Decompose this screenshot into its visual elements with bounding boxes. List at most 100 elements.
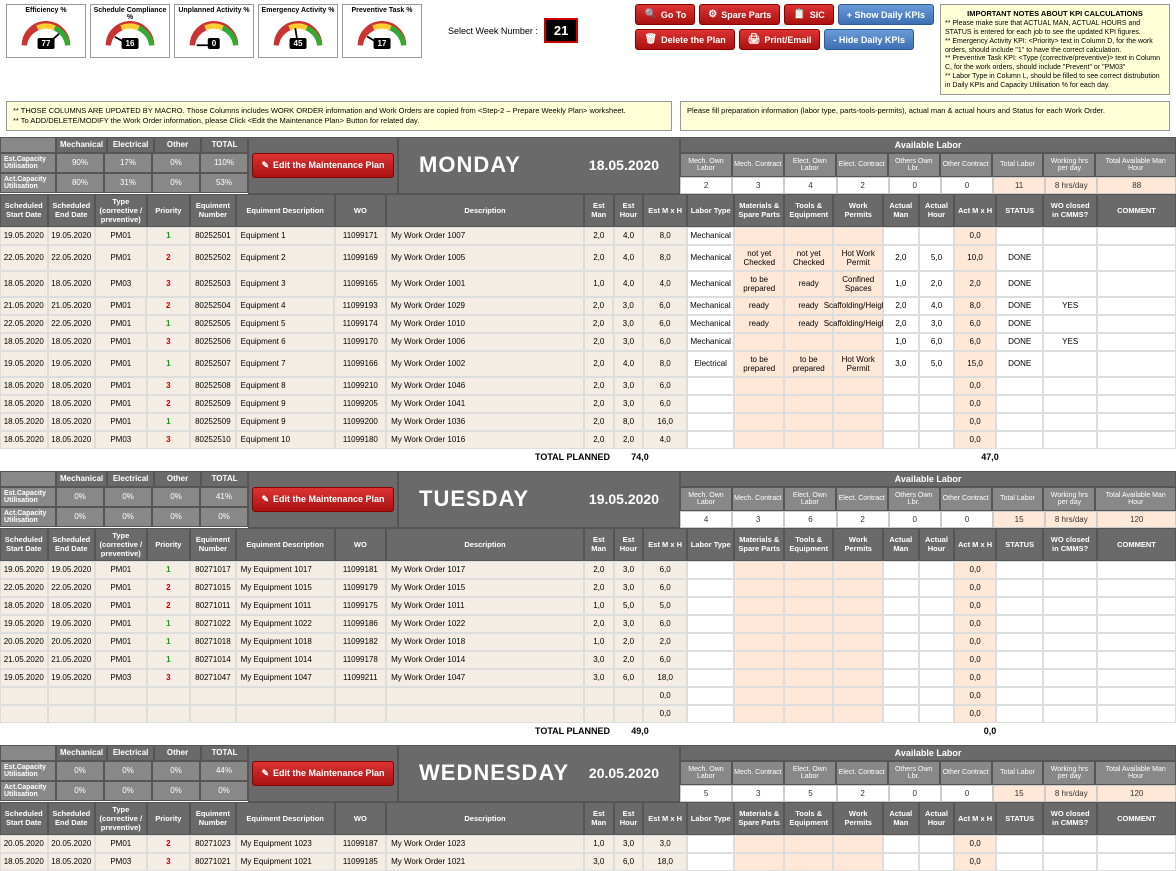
cell[interactable] (784, 561, 834, 579)
cell[interactable] (734, 597, 784, 615)
cell[interactable] (1043, 597, 1096, 615)
cell[interactable] (996, 579, 1044, 597)
cell[interactable]: 2,0 (883, 245, 919, 271)
cell[interactable]: 0,0 (954, 835, 996, 853)
cell[interactable] (883, 561, 919, 579)
cell[interactable] (784, 377, 834, 395)
cell[interactable] (784, 227, 834, 245)
cell[interactable] (1043, 227, 1096, 245)
cell[interactable]: 2,0 (919, 271, 955, 297)
cell[interactable]: DONE (996, 333, 1044, 351)
cell[interactable] (1097, 579, 1176, 597)
cell[interactable] (919, 395, 955, 413)
avail-val[interactable]: 3 (732, 177, 784, 194)
goto-button[interactable]: 🔍Go To (635, 4, 695, 25)
cell[interactable] (1097, 271, 1176, 297)
edit-maintenance-plan-button[interactable]: ✎Edit the Maintenance Plan (252, 153, 393, 178)
cell[interactable]: 0,0 (954, 669, 996, 687)
cell[interactable] (1097, 245, 1176, 271)
cell[interactable] (883, 853, 919, 871)
avail-val[interactable]: 0 (941, 785, 993, 802)
cell[interactable] (1097, 227, 1176, 245)
cell[interactable] (996, 669, 1044, 687)
cell[interactable]: 0,0 (954, 227, 996, 245)
cell[interactable] (734, 651, 784, 669)
cell[interactable] (1097, 315, 1176, 333)
cell[interactable] (1043, 315, 1096, 333)
cell[interactable]: ready (784, 271, 834, 297)
cell[interactable] (1097, 835, 1176, 853)
cell[interactable]: Confined Spaces (833, 271, 883, 297)
cell[interactable] (883, 597, 919, 615)
cell[interactable] (784, 413, 834, 431)
cell[interactable] (919, 633, 955, 651)
cell[interactable]: YES (1043, 297, 1096, 315)
cell[interactable] (883, 431, 919, 449)
cell[interactable] (734, 687, 784, 705)
cell[interactable]: YES (1043, 333, 1096, 351)
cell[interactable] (734, 835, 784, 853)
cell[interactable] (784, 669, 834, 687)
cell[interactable] (919, 853, 955, 871)
cell[interactable]: Mechanical (687, 271, 735, 297)
cell[interactable] (833, 853, 883, 871)
cell[interactable]: 2,0 (954, 271, 996, 297)
cell[interactable] (996, 431, 1044, 449)
cell[interactable] (996, 705, 1044, 723)
cell[interactable]: Electrical (687, 351, 735, 377)
cell[interactable]: 0,0 (954, 579, 996, 597)
cell[interactable] (996, 561, 1044, 579)
print-email-button[interactable]: 🖨Print/Email (739, 29, 821, 50)
cell[interactable]: to be prepared (734, 351, 784, 377)
cell[interactable] (1043, 853, 1096, 871)
cell[interactable] (687, 579, 735, 597)
cell[interactable]: 3,0 (919, 315, 955, 333)
cell[interactable] (734, 579, 784, 597)
cell[interactable] (996, 227, 1044, 245)
cell[interactable] (784, 705, 834, 723)
cell[interactable] (734, 705, 784, 723)
cell[interactable] (833, 615, 883, 633)
cell[interactable] (996, 597, 1044, 615)
cell[interactable] (833, 687, 883, 705)
cell[interactable] (996, 853, 1044, 871)
cell[interactable] (1043, 579, 1096, 597)
cell[interactable] (734, 669, 784, 687)
cell[interactable]: DONE (996, 351, 1044, 377)
cell[interactable] (1097, 651, 1176, 669)
cell[interactable] (687, 377, 735, 395)
avail-val[interactable]: 0 (941, 511, 993, 528)
sic-button[interactable]: 📋SIC (784, 4, 833, 25)
cell[interactable] (919, 431, 955, 449)
avail-val[interactable]: 5 (680, 785, 732, 802)
cell[interactable] (883, 615, 919, 633)
cell[interactable] (833, 395, 883, 413)
cell[interactable] (784, 431, 834, 449)
cell[interactable]: 6,0 (919, 333, 955, 351)
avail-val[interactable]: 2 (837, 511, 889, 528)
cell[interactable] (784, 687, 834, 705)
cell[interactable]: 2,0 (883, 315, 919, 333)
edit-maintenance-plan-button[interactable]: ✎Edit the Maintenance Plan (252, 761, 393, 786)
cell[interactable] (784, 333, 834, 351)
cell[interactable]: to be prepared (734, 271, 784, 297)
cell[interactable] (1097, 669, 1176, 687)
cell[interactable] (833, 561, 883, 579)
cell[interactable]: 0,0 (954, 687, 996, 705)
cell[interactable] (784, 597, 834, 615)
cell[interactable]: not yet Checked (784, 245, 834, 271)
cell[interactable] (1043, 687, 1096, 705)
cell[interactable] (784, 651, 834, 669)
cell[interactable] (883, 413, 919, 431)
cell[interactable] (1043, 351, 1096, 377)
cell[interactable] (1043, 669, 1096, 687)
avail-val[interactable]: 2 (837, 177, 889, 194)
avail-val[interactable]: 4 (680, 511, 732, 528)
cell[interactable] (687, 835, 735, 853)
cell[interactable] (734, 633, 784, 651)
cell[interactable] (996, 413, 1044, 431)
cell[interactable] (919, 669, 955, 687)
cell[interactable] (883, 651, 919, 669)
cell[interactable] (734, 615, 784, 633)
cell[interactable] (883, 377, 919, 395)
